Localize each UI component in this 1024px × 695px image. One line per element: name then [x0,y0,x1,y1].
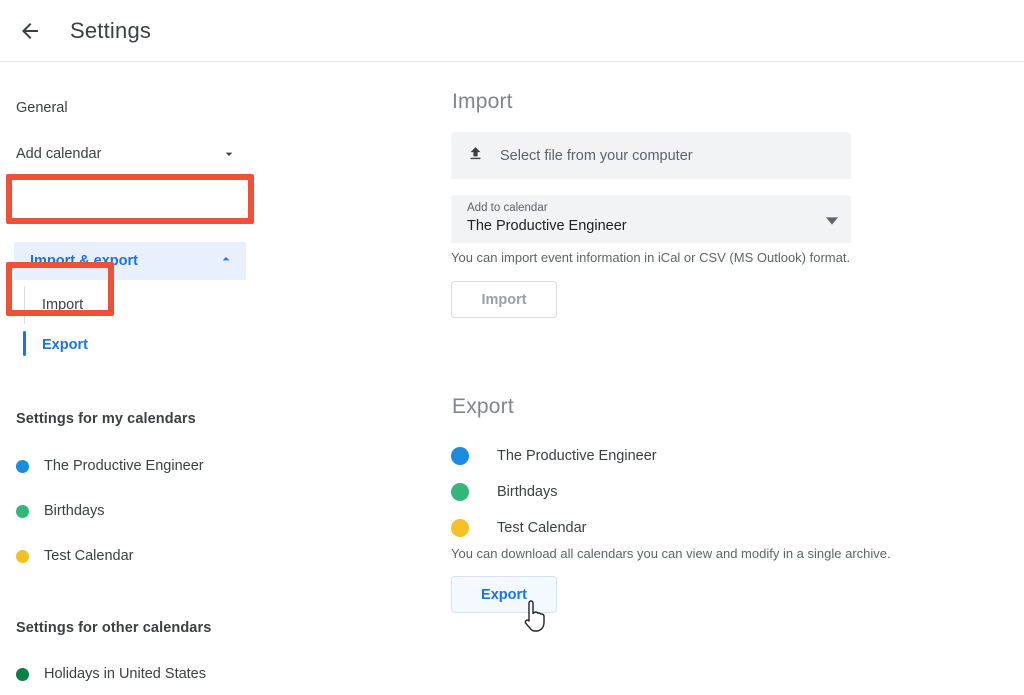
back-arrow-icon[interactable] [10,11,50,51]
settings-page: Settings General Add calendar Import & e… [0,0,1024,695]
dropdown-caret-icon [826,214,838,232]
settings-content: Import Select file from your computer Ad… [430,62,1024,695]
import-heading: Import [452,90,513,113]
calendar-name: The Productive Engineer [44,458,204,474]
my-calendars-heading: Settings for my calendars [16,411,196,427]
file-picker-label: Select file from your computer [500,147,693,164]
export-calendar-row: The Productive Engineer [451,443,657,469]
calendar-color-dot [451,447,469,465]
export-button-label: Export [481,586,527,603]
import-helper-text: You can import event information in iCal… [451,250,851,265]
sidebar-subitem-import-label: Import [42,297,84,313]
add-to-calendar-value: The Productive Engineer [467,218,627,234]
sidebar-calendar-row[interactable]: Test Calendar [16,543,133,569]
calendar-color-dot [16,504,29,518]
file-picker-field[interactable]: Select file from your computer [451,132,851,179]
sidebar-subitem-export[interactable]: Export [0,330,240,360]
calendar-name: Birthdays [44,503,105,519]
export-helper-text: You can download all calendars you can v… [451,546,891,561]
add-to-calendar-label: Add to calendar [467,202,548,214]
export-button[interactable]: Export [451,576,557,613]
sidebar-calendar-row[interactable]: The Productive Engineer [16,453,204,479]
calendar-name: The Productive Engineer [497,448,657,464]
sidebar-subitem-import[interactable]: Import [0,290,240,320]
app-header: Settings [0,0,1024,62]
sidebar-item-general-label: General [16,100,68,116]
sidebar-item-add-calendar[interactable]: Add calendar [0,136,262,172]
calendar-color-dot [451,519,469,537]
sidebar-item-general[interactable]: General [0,90,260,126]
add-to-calendar-select[interactable]: Add to calendar The Productive Engineer [451,195,851,243]
calendar-color-dot [16,549,29,563]
chevron-down-icon [220,145,238,163]
export-heading: Export [452,395,514,418]
sidebar-calendar-row[interactable]: Holidays in United States [16,661,206,687]
page-title: Settings [70,17,152,43]
calendar-name: Test Calendar [497,520,587,536]
sidebar-subitem-export-label: Export [42,337,88,353]
calendar-color-dot [16,667,29,681]
chevron-up-icon [218,251,234,271]
calendar-color-dot [451,483,469,501]
export-calendar-row: Test Calendar [451,515,586,541]
other-calendars-heading: Settings for other calendars [16,620,212,636]
import-button-label: Import [481,291,527,308]
sidebar-item-add-calendar-label: Add calendar [16,146,102,162]
sidebar-calendar-row[interactable]: Birthdays [16,498,104,524]
import-button[interactable]: Import [451,281,557,318]
sidebar-item-import-export-label: Import & export [30,253,138,269]
calendar-name: Birthdays [497,484,558,500]
calendar-color-dot [16,459,29,473]
sidebar-item-import-export[interactable]: Import & export [14,242,246,280]
calendar-name: Test Calendar [44,548,134,564]
settings-sidebar: General Add calendar Import & export Imp… [0,62,430,695]
export-calendar-row: Birthdays [451,479,557,505]
calendar-name: Holidays in United States [44,666,206,682]
upload-icon [467,145,484,167]
